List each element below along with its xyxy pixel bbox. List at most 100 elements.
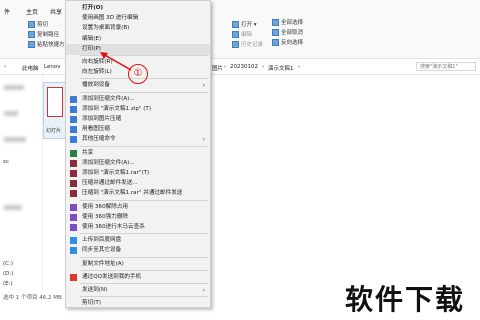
nav-item-drive-c[interactable]: (C:) [3,261,13,267]
navigation-pane: sc (C:) (D:) (E:) [0,75,43,290]
breadcrumb-folder[interactable]: 20230102 [230,64,258,70]
cut-label: 剪切 [37,22,49,28]
qq-icon [70,273,77,281]
submenu-arrow-icon: › [202,82,205,90]
menu-item[interactable]: 发送到(N) › [66,285,210,296]
tab-share[interactable]: 共享 [50,7,62,16]
paste-shortcut-button[interactable]: 粘贴快捷方式 [28,40,70,48]
edit-label: 编辑 [241,32,253,38]
menu-separator [80,91,208,93]
rar-icon [70,180,77,188]
breadcrumb-current[interactable]: 演示文稿1 [268,64,294,72]
tab-home[interactable]: 主页 [26,7,38,16]
menu-item-label: 播放到设备 [82,82,110,89]
open-button[interactable]: 打开 ▾ [232,20,257,28]
menu-item-label: 发送到(N) [82,287,108,293]
cloud-icon [70,247,77,255]
menu-separator [80,296,208,298]
context-menu: 打开(O) 使用画图 3D 进行编辑 设置为桌面背景(B) 编辑(E) 打印(P) 向右旋… [65,0,211,308]
select-all-icon [272,19,279,26]
scissors-icon [28,21,35,28]
breadcrumb-separator: › [224,64,227,70]
rar-icon [70,190,77,198]
cloud-icon [70,237,77,245]
invert-selection-button[interactable]: 反向选择 [272,38,303,46]
menu-item[interactable]: 使用 360进行木马云查杀 [66,222,210,233]
breadcrumb-separator: › [262,64,265,70]
menu-separator [80,256,208,258]
select-none-icon [272,29,279,36]
zip-icon [70,105,77,113]
menu-item[interactable]: 压缩到 "演示文稿1.rar" 并通过邮件发送 [66,188,210,199]
zip-icon [70,136,77,144]
share-icon [70,149,77,157]
history-icon [232,41,239,48]
ppt-preview-icon [47,87,63,117]
breadcrumb-this-pc[interactable]: 此电脑 [22,64,39,72]
menu-item[interactable]: 通过QQ发送到我的手机 [66,272,210,283]
menu-item[interactable]: 打印(P) [66,43,210,55]
edit-button[interactable]: 编辑 [232,30,252,38]
nav-item-drive-e[interactable]: (E:) [3,281,13,287]
history-label: 历史记录 [241,42,264,48]
copy-path-label: 复制路径 [37,32,60,38]
select-none-label: 全部取消 [281,30,304,36]
select-all-label: 全部选择 [281,20,304,26]
menu-item-label: 同步至其它设备 [82,247,122,254]
menu-separator [80,199,208,201]
menu-item-label: 复制文件地址(A) [82,260,124,267]
rar-icon [70,170,77,177]
select-all-button[interactable]: 全部选择 [272,18,303,26]
select-none-button[interactable]: 全部取消 [272,28,303,36]
breadcrumb-lenovo[interactable]: Lenov [44,64,60,70]
submenu-arrow-icon: › [202,136,205,144]
edit-icon [232,31,239,38]
360-icon [70,203,77,211]
file-thumbnail[interactable]: 幻灯片 [43,82,67,139]
menu-item-label: 使用 360进行木马云查杀 [82,224,145,230]
nav-arrow-icon[interactable]: › [4,64,6,70]
file-name: 幻灯片 [46,128,62,134]
zip-icon [70,116,77,123]
menu-separator [80,145,208,147]
blurred-item [4,205,22,210]
cut-button[interactable]: 剪切 [28,20,48,28]
history-button[interactable]: 历史记录 [232,40,263,48]
menu-separator [80,269,208,271]
open-label: 打开 [241,22,253,28]
annotation-arrow [100,52,132,71]
blurred-item [4,137,26,142]
nav-item-drive-d[interactable]: (D:) [3,271,13,277]
menu-item[interactable]: 同步至其它设备 [66,245,210,256]
blurred-item [4,85,24,90]
search-input[interactable]: 搜索"演示文稿1" [416,62,476,71]
paste-icon [28,41,35,48]
copy-path-icon [28,31,35,38]
menu-item-label: 剪切(T) [82,300,101,307]
invert-selection-icon [272,39,279,46]
submenu-arrow-icon: › [202,287,205,294]
nav-item-sc[interactable]: sc [3,159,9,165]
status-text: 选中 1 个项目 46.2 MB [3,295,62,301]
menu-item[interactable]: 其他压缩命令 › [66,134,210,145]
menu-item-label: 压缩到 "演示文稿1.rar" 并通过邮件发送 [82,190,183,197]
blurred-item [4,111,18,116]
open-icon [232,21,239,28]
invert-selection-label: 反向选择 [281,40,304,46]
menu-separator [80,283,208,284]
menu-item[interactable]: 复制文件地址(A) [66,259,210,270]
menu-item-label: 通过QQ发送到我的手机 [82,273,142,280]
brand-watermark: 软件下载 [345,283,466,316]
menu-item-label: 其他压缩命令 [82,136,116,143]
menu-item[interactable]: 剪切(T) [66,298,210,309]
360-icon [70,224,77,231]
breadcrumb-pictures[interactable]: 图片 [212,64,223,72]
zip-icon [70,126,77,134]
tab-file[interactable]: 件 [4,7,10,16]
menu-separator [80,233,208,235]
rar-icon [70,159,77,167]
breadcrumb-separator: › [298,64,301,70]
copy-path-button[interactable]: 复制路径 [28,30,59,38]
360-icon [70,213,77,221]
zip-icon [70,95,77,103]
